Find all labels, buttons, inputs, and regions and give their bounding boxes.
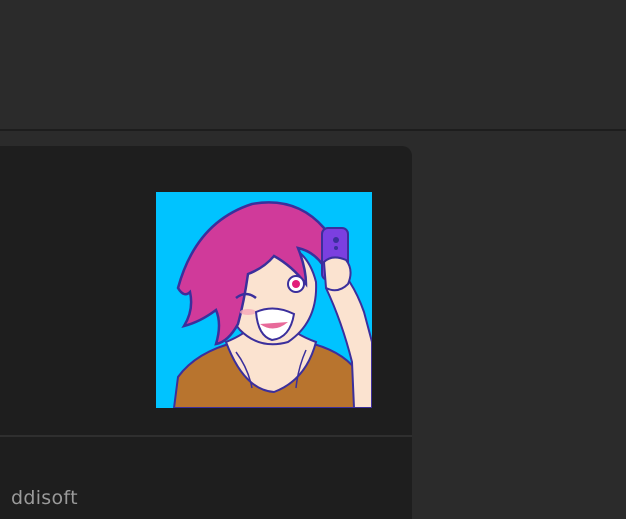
top-toolbar bbox=[0, 0, 626, 131]
panel-divider bbox=[0, 435, 412, 437]
avatar-thumbnail[interactable] bbox=[156, 192, 372, 408]
avatar-illustration-icon bbox=[156, 192, 372, 408]
content-panel bbox=[0, 146, 412, 519]
brand-label: ddisoft bbox=[11, 487, 78, 509]
